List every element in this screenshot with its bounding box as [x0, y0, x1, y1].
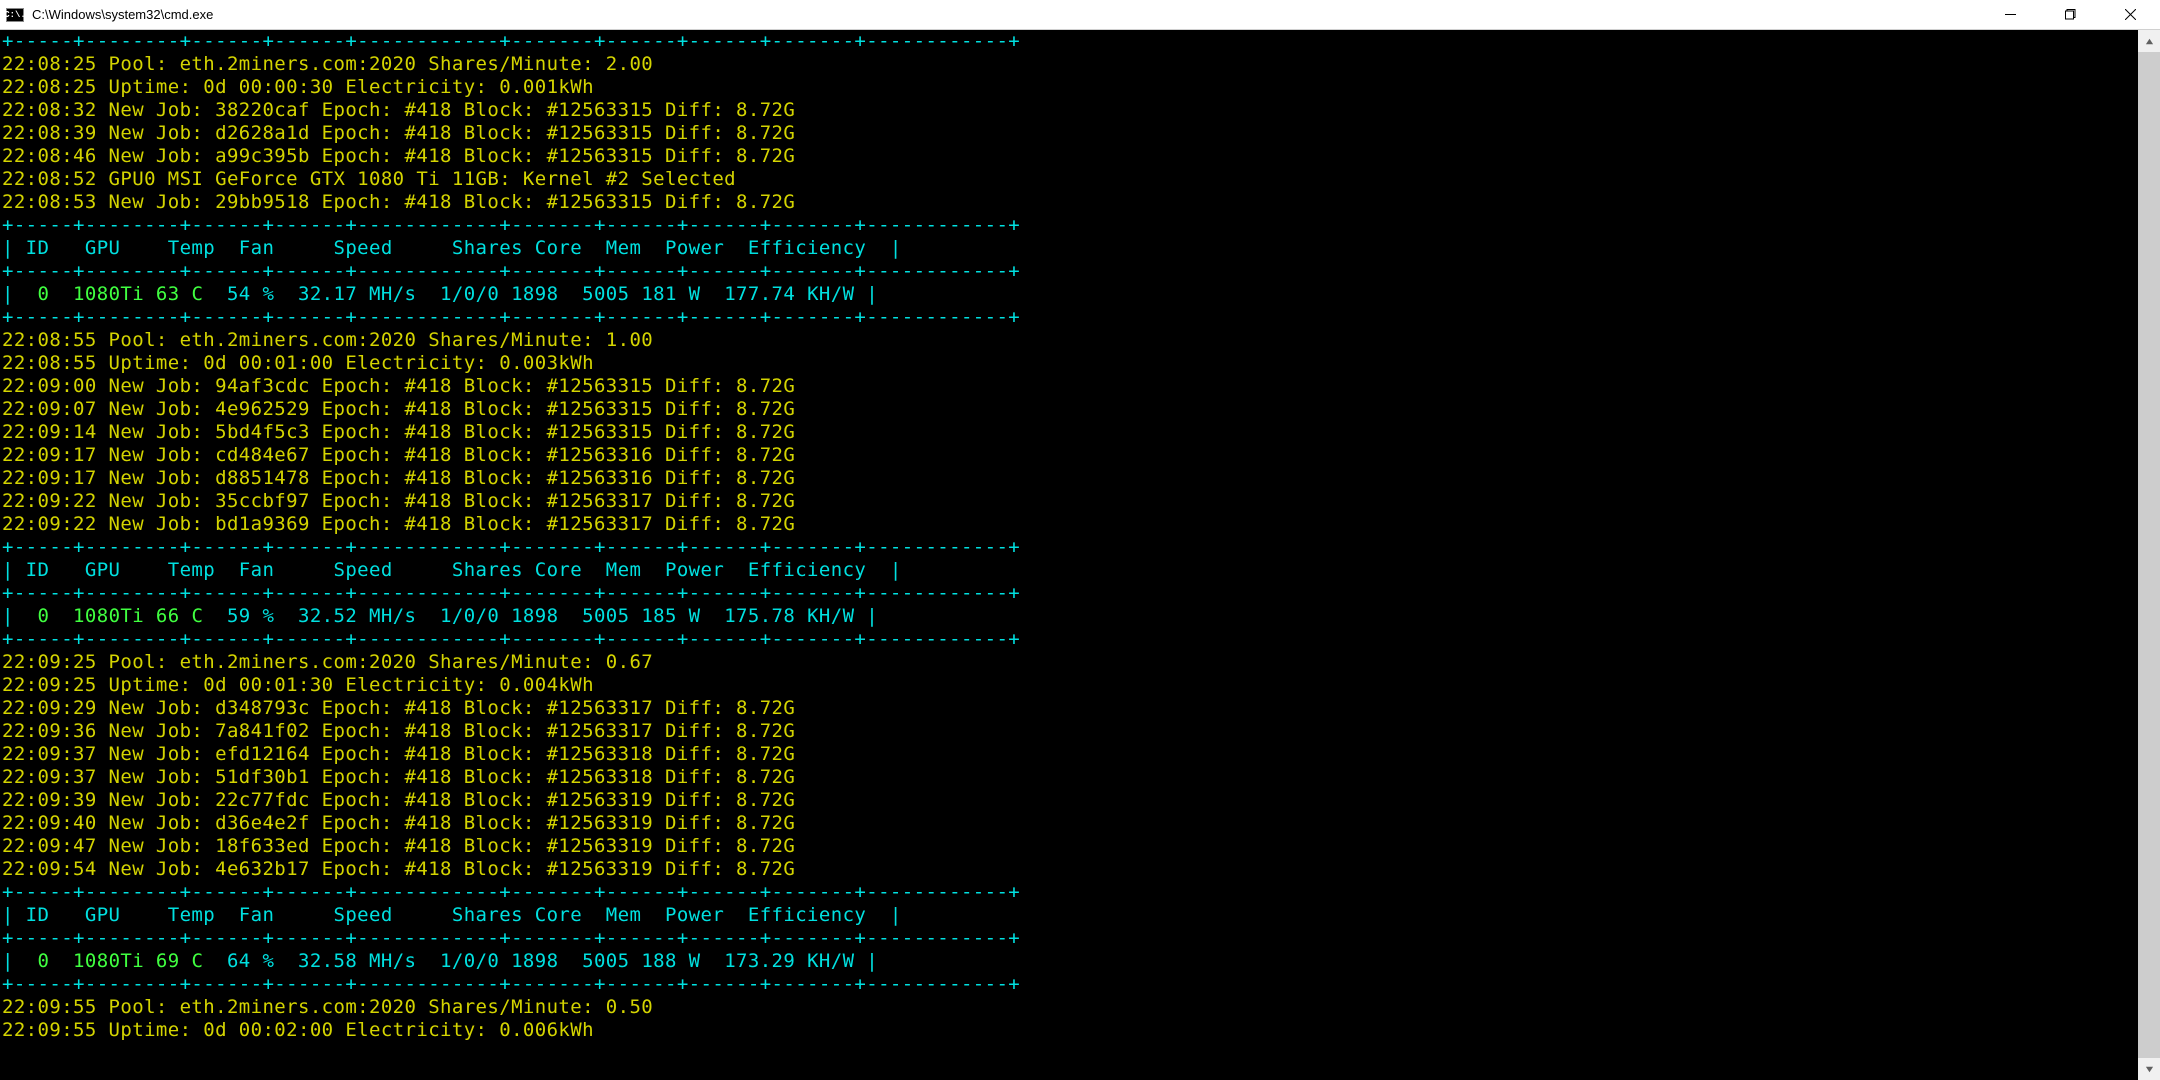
close-icon [2125, 9, 2136, 20]
gpu-metrics: 59 % 32.52 MH/s 1/0/0 1898 5005 185 W 17… [203, 605, 878, 627]
close-button[interactable] [2100, 0, 2160, 29]
gpu-metrics: 54 % 32.17 MH/s 1/0/0 1898 5005 181 W 17… [203, 283, 878, 305]
gpu-stats-row: | 0 1080Ti 69 C 64 % 32.58 MH/s 1/0/0 18… [2, 950, 878, 972]
console-output: +-----+--------+------+------+----------… [2, 30, 2160, 1042]
uptime-line: 22:08:25 Uptime: 0d 00:00:30 Electricity… [2, 76, 594, 98]
table-header: | ID GPU Temp Fan Speed Shares Core Mem … [2, 559, 902, 581]
job-line: 22:09:54 New Job: 4e632b17 Epoch: #418 B… [2, 858, 795, 880]
gpu-metrics: 64 % 32.58 MH/s 1/0/0 1898 5005 188 W 17… [203, 950, 878, 972]
table-header: | ID GPU Temp Fan Speed Shares Core Mem … [2, 904, 902, 926]
table-border: +-----+--------+------+------+----------… [2, 973, 1020, 995]
pool-status-line: 22:08:55 Pool: eth.2miners.com:2020 Shar… [2, 329, 653, 351]
scrollbar-thumb[interactable] [2138, 52, 2160, 1058]
console-viewport[interactable]: +-----+--------+------+------+----------… [0, 30, 2160, 1080]
job-line: 22:09:40 New Job: d36e4e2f Epoch: #418 B… [2, 812, 795, 834]
job-line: 22:09:22 New Job: bd1a9369 Epoch: #418 B… [2, 513, 795, 535]
job-line: 22:09:39 New Job: 22c77fdc Epoch: #418 B… [2, 789, 795, 811]
job-line: 22:09:29 New Job: d348793c Epoch: #418 B… [2, 697, 795, 719]
gpu-id-temp: 0 1080Ti 63 C [38, 283, 204, 305]
table-border: +-----+--------+------+------+----------… [2, 628, 1020, 650]
window-title: C:\Windows\system32\cmd.exe [32, 7, 213, 22]
table-border: +-----+--------+------+------+----------… [2, 214, 1020, 236]
job-line: 22:09:47 New Job: 18f633ed Epoch: #418 B… [2, 835, 795, 857]
titlebar-left: C:\. C:\Windows\system32\cmd.exe [0, 7, 213, 22]
table-border: +-----+--------+------+------+----------… [2, 306, 1020, 328]
pool-status-line: 22:09:55 Pool: eth.2miners.com:2020 Shar… [2, 996, 653, 1018]
job-line: 22:08:53 New Job: 29bb9518 Epoch: #418 B… [2, 191, 795, 213]
gpu-stats-row: | 0 1080Ti 66 C 59 % 32.52 MH/s 1/0/0 18… [2, 605, 878, 627]
minimize-button[interactable] [1980, 0, 2040, 29]
job-line: 22:09:22 New Job: 35ccbf97 Epoch: #418 B… [2, 490, 795, 512]
scrollbar-track[interactable] [2138, 52, 2160, 1058]
job-line: 22:09:36 New Job: 7a841f02 Epoch: #418 B… [2, 720, 795, 742]
maximize-icon [2065, 9, 2076, 20]
gpu-id-temp: 0 1080Ti 66 C [38, 605, 204, 627]
table-header: | ID GPU Temp Fan Speed Shares Core Mem … [2, 237, 902, 259]
chevron-up-icon [2145, 37, 2154, 46]
chevron-down-icon [2145, 1065, 2154, 1074]
job-line: 22:08:39 New Job: d2628a1d Epoch: #418 B… [2, 122, 795, 144]
uptime-line: 22:09:55 Uptime: 0d 00:02:00 Electricity… [2, 1019, 594, 1041]
pool-status-line: 22:09:25 Pool: eth.2miners.com:2020 Shar… [2, 651, 653, 673]
table-border: +-----+--------+------+------+----------… [2, 881, 1020, 903]
uptime-line: 22:08:55 Uptime: 0d 00:01:00 Electricity… [2, 352, 594, 374]
table-border: +-----+--------+------+------+----------… [2, 927, 1020, 949]
table-border: +-----+--------+------+------+----------… [2, 582, 1020, 604]
table-border: +-----+--------+------+------+----------… [2, 260, 1020, 282]
scroll-up-button[interactable] [2138, 30, 2160, 52]
job-line: 22:08:46 New Job: a99c395b Epoch: #418 B… [2, 145, 795, 167]
minimize-icon [2005, 9, 2016, 20]
job-line: 22:09:00 New Job: 94af3cdc Epoch: #418 B… [2, 375, 795, 397]
job-line: 22:09:17 New Job: d8851478 Epoch: #418 B… [2, 467, 795, 489]
job-line: 22:08:52 GPU0 MSI GeForce GTX 1080 Ti 11… [2, 168, 736, 190]
gpu-id-temp: 0 1080Ti 69 C [38, 950, 204, 972]
maximize-button[interactable] [2040, 0, 2100, 29]
job-line: 22:09:07 New Job: 4e962529 Epoch: #418 B… [2, 398, 795, 420]
job-line: 22:09:17 New Job: cd484e67 Epoch: #418 B… [2, 444, 795, 466]
vertical-scrollbar[interactable] [2138, 30, 2160, 1080]
window-controls [1980, 0, 2160, 29]
job-line: 22:08:32 New Job: 38220caf Epoch: #418 B… [2, 99, 795, 121]
uptime-line: 22:09:25 Uptime: 0d 00:01:30 Electricity… [2, 674, 594, 696]
window-titlebar: C:\. C:\Windows\system32\cmd.exe [0, 0, 2160, 30]
job-line: 22:09:37 New Job: efd12164 Epoch: #418 B… [2, 743, 795, 765]
job-line: 22:09:37 New Job: 51df30b1 Epoch: #418 B… [2, 766, 795, 788]
cmd-icon: C:\. [6, 8, 24, 22]
gpu-stats-row: | 0 1080Ti 63 C 54 % 32.17 MH/s 1/0/0 18… [2, 283, 878, 305]
table-border: +-----+--------+------+------+----------… [2, 30, 1020, 52]
scroll-down-button[interactable] [2138, 1058, 2160, 1080]
job-line: 22:09:14 New Job: 5bd4f5c3 Epoch: #418 B… [2, 421, 795, 443]
table-border: +-----+--------+------+------+----------… [2, 536, 1020, 558]
pool-status-line: 22:08:25 Pool: eth.2miners.com:2020 Shar… [2, 53, 653, 75]
